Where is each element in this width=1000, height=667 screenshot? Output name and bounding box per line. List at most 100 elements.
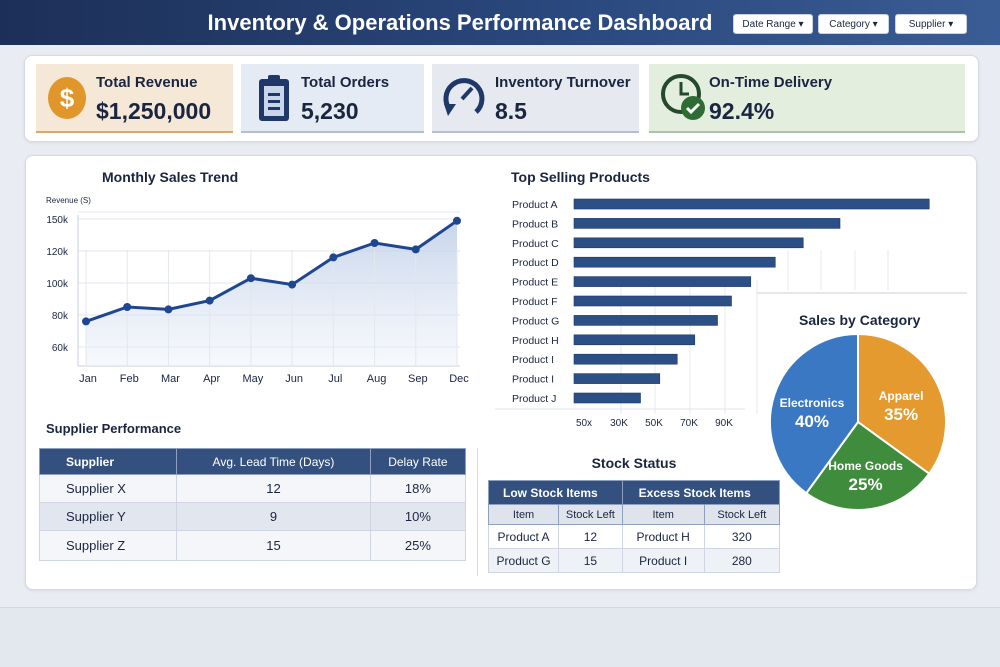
cell: 280 [703,548,781,573]
x-tick-label: 50K [645,418,663,429]
divider [477,448,478,576]
table-row: Product A 12 Product H 320 [487,524,781,549]
clock-check-icon [661,74,705,120]
y-tick-label: 120k [46,247,69,258]
bar [573,315,718,326]
data-point [205,296,214,305]
cell: 12 [558,524,623,549]
table-row: Product G 15 Product I 280 [487,548,781,573]
cell: 15 [176,530,371,561]
x-tick-label: Dec [449,373,469,385]
kpi-value: 92.4% [709,98,775,124]
bar [573,295,732,307]
table-row: Supplier X 12 18% [38,474,467,503]
cell: Supplier Z [38,530,178,561]
cell: 12 [176,474,371,503]
supplier-filter[interactable]: Supplier ▾ [895,14,967,34]
kpi-label: Total Orders [301,74,390,91]
kpi-inventory-turnover: Inventory Turnover 8.5 [432,64,639,133]
x-tick-label: Mar [161,373,180,385]
filter-label: Date Range [742,19,796,30]
cell: 9 [176,502,371,531]
col-header: Stock Left [703,504,781,525]
cell: Product I [621,548,705,573]
cell: 320 [703,524,781,549]
svg-text:$: $ [60,83,75,113]
filter-label: Supplier [908,19,946,30]
supplier-title: Supplier Performance [46,421,182,436]
data-point [246,274,255,283]
y-tick-label: 100k [46,279,69,290]
y-axis-label: Revenue (S) [46,196,91,205]
kpi-value: 5,230 [301,98,359,124]
bar-label: Product H [512,335,559,347]
cell: Product A [487,524,560,549]
bar-label: Product A [512,199,558,211]
bar [573,218,841,229]
bar [573,373,661,384]
col-header: Avg. Lead Time (Days) [176,448,371,475]
kpi-value: 8.5 [495,98,527,124]
kpi-label: Total Revenue [96,74,198,91]
cell: Product H [621,524,705,549]
bar-label: Product I [512,374,554,386]
data-point [82,317,90,326]
bar-label: Product I [512,354,554,366]
bar-label: Product G [512,315,559,327]
slice-label: Apparel [879,389,924,403]
footer-band [0,607,1000,667]
bar-label: Product J [512,393,556,405]
sales-category-pie: Apparel 35% Home Goods 25% Electronics 40% [769,332,947,510]
data-point [453,216,461,225]
y-tick-label: 150k [46,215,69,226]
date-range-filter[interactable]: Date Range ▾ [733,14,813,34]
stock-status-title: Stock Status [591,455,677,471]
data-point [288,280,297,289]
sales-trend-title: Monthly Sales Trend [102,169,239,185]
bar [573,237,804,249]
cell: 10% [369,502,467,531]
x-tick-label: Jun [285,373,303,385]
bar [573,392,641,404]
cell: Supplier X [38,474,178,503]
kpi-label: On-Time Delivery [709,74,833,91]
x-tick-label: Jan [79,373,97,385]
sales-category-title: Sales by Category [799,312,921,328]
x-tick-label: Apr [203,373,220,385]
kpi-label: Inventory Turnover [495,74,631,91]
data-point [123,303,132,311]
group-header: Low Stock Items [488,480,623,505]
slice-label: Electronics [780,396,845,410]
y-tick-label: 80k [52,311,69,322]
bar [573,276,752,287]
bar-label: Product B [512,218,558,230]
kpi-total-revenue: $ Total Revenue $1,250,000 [36,64,233,133]
x-tick-label: 50x [576,418,592,429]
kpi-total-orders: Total Orders 5,230 [241,64,424,133]
slice-percent: 40% [795,412,829,431]
y-tick-label: 60k [52,343,69,354]
monthly-sales-chart: Revenue (S) 60k 80k 100k 120k 150k Jan Feb Mar Ap… [46,196,469,385]
col-header: Item [487,504,560,525]
turnover-cycle-icon [443,78,485,116]
data-point [329,253,338,262]
table-row: Supplier Y 9 10% [38,502,467,531]
group-header: Excess Stock Items [621,480,781,505]
slice-percent: 35% [884,405,918,424]
x-tick-label: Feb [120,373,139,385]
table-row: Supplier Z 15 25% [38,530,467,561]
kpi-on-time-delivery: On-Time Delivery 92.4% [649,64,965,133]
bar-label: Product F [512,296,558,308]
area-fill [86,220,457,366]
bar [573,334,696,346]
bar [573,198,930,210]
cell: 15 [558,548,623,573]
x-tick-label: Jul [328,373,342,385]
x-tick-label: May [242,373,263,385]
category-filter[interactable]: Category ▾ [818,14,889,34]
bar-label: Product E [512,277,558,289]
x-tick-label: Sep [408,373,428,385]
bar-label: Product D [512,257,559,269]
data-point [164,305,173,314]
x-tick-label: 70K [680,418,698,429]
